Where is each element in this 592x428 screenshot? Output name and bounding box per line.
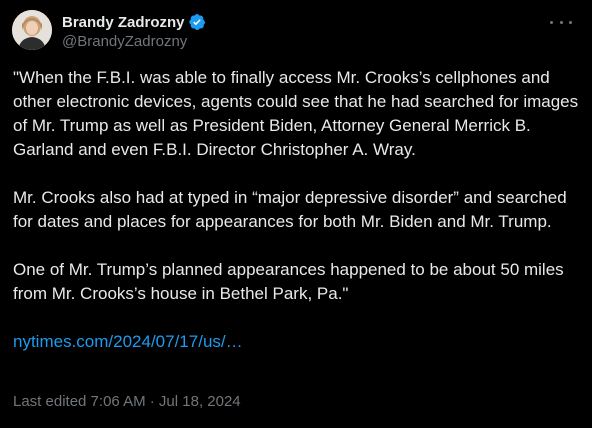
name-row: Brandy Zadrozny [62, 12, 206, 32]
tweet-paragraph: "When the F.B.I. was able to finally acc… [13, 68, 579, 159]
tweet-paragraph: Mr. Crooks also had at typed in “major d… [13, 188, 567, 231]
avatar[interactable] [12, 10, 52, 50]
tweet-paragraph: One of Mr. Trump’s planned appearances h… [13, 260, 564, 303]
tweet-header: Brandy Zadrozny @BrandyZadrozny [12, 10, 580, 54]
tweet-card: Brandy Zadrozny @BrandyZadrozny "When th… [0, 0, 592, 428]
handle[interactable]: @BrandyZadrozny [62, 33, 206, 50]
display-name[interactable]: Brandy Zadrozny [62, 14, 185, 31]
more-horizontal-icon[interactable] [550, 12, 572, 32]
tweet-body: "When the F.B.I. was able to finally acc… [13, 66, 579, 354]
author-names: Brandy Zadrozny @BrandyZadrozny [62, 12, 206, 50]
edited-timestamp[interactable]: Last edited 7:06 AM · Jul 18, 2024 [13, 393, 241, 410]
verified-badge-icon [188, 13, 206, 31]
article-link[interactable]: nytimes.com/2024/07/17/us/… [13, 330, 579, 354]
